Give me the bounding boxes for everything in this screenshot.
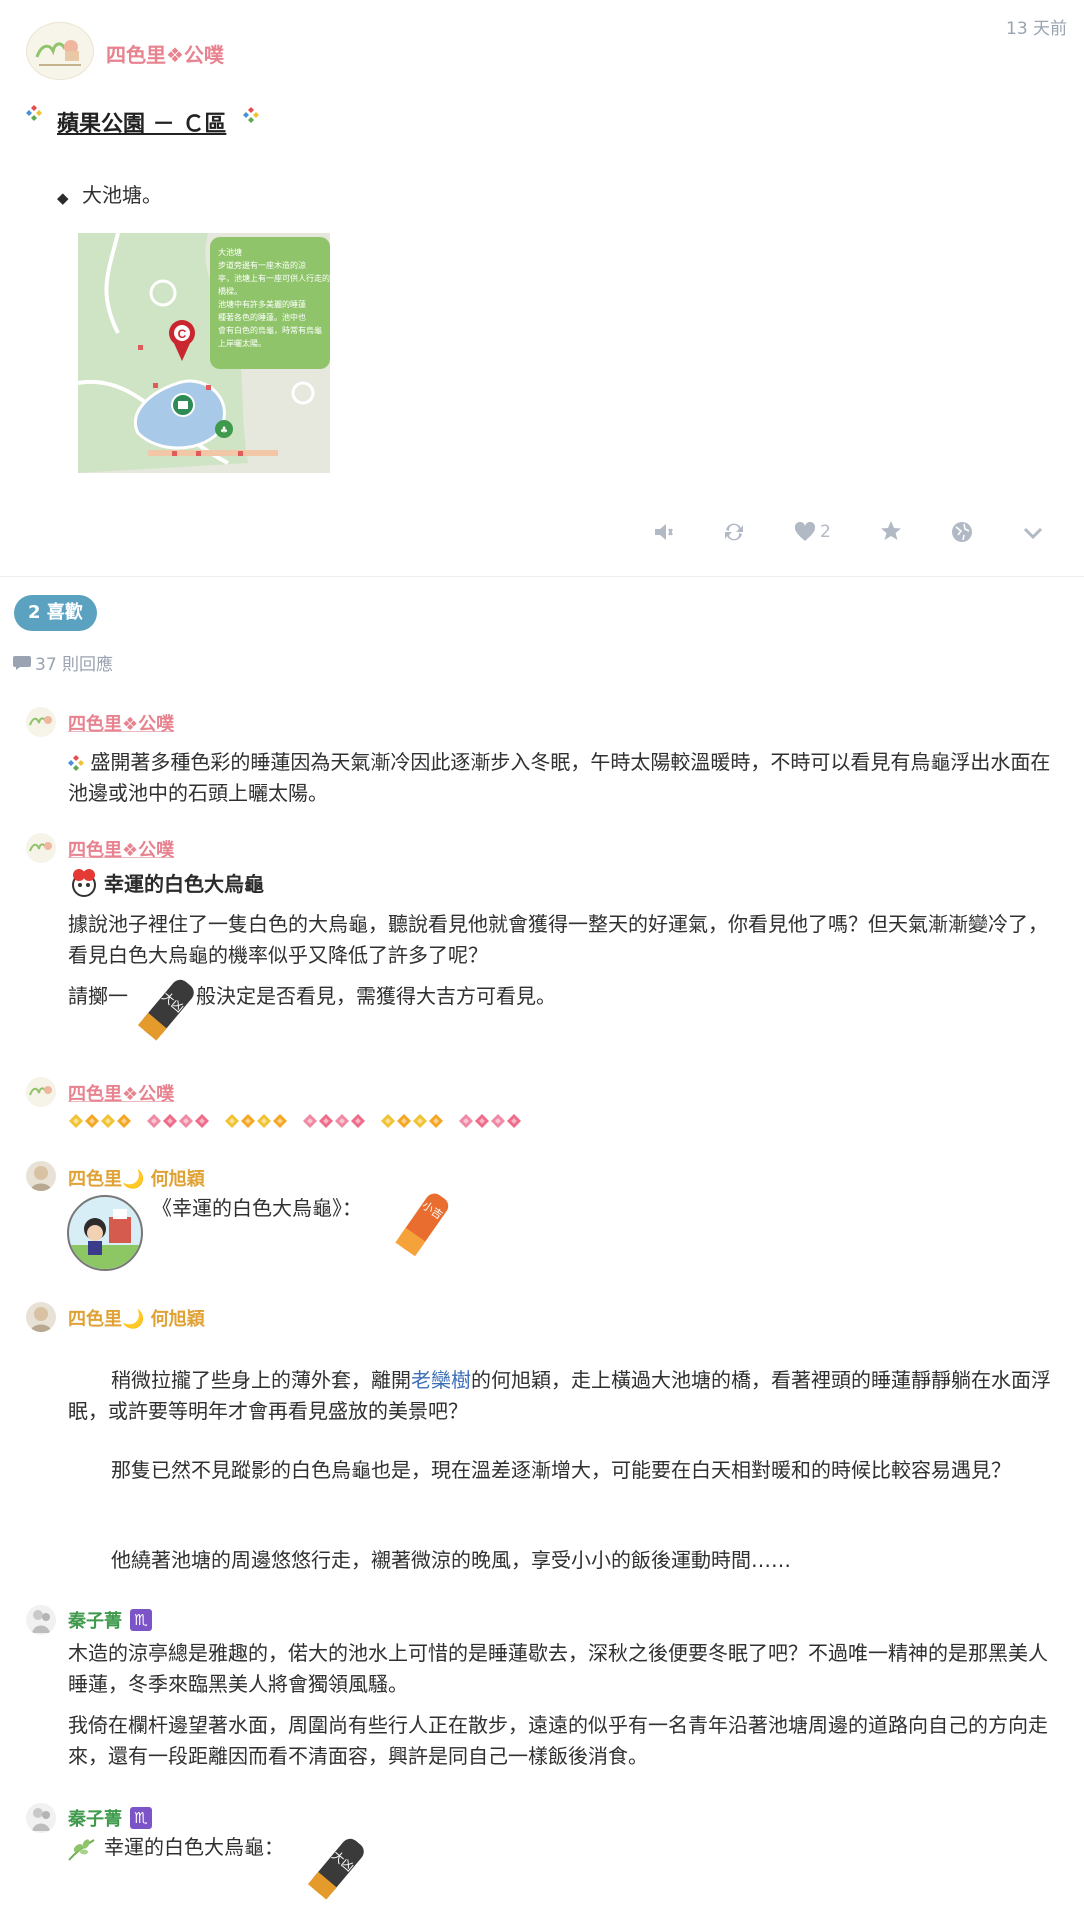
map-caption-line: 會有白色的烏龜，時常有烏龜 — [218, 325, 322, 335]
response-avatar[interactable] — [26, 1161, 56, 1191]
title-diamond-left-icon — [26, 104, 42, 123]
map-caption-line: 亭，池塘上有一座可供人行走的 — [218, 273, 330, 283]
response-avatar[interactable] — [26, 707, 56, 737]
response-avatar[interactable] — [26, 1077, 56, 1107]
likes-pill[interactable]: 2 喜歡 — [14, 595, 97, 631]
leaf-sprig-icon — [66, 1836, 96, 1866]
reply-count-row: 37 則回應 — [13, 650, 113, 675]
bullet-diamond-icon: ◆ — [57, 189, 69, 207]
response-author-name[interactable]: 秦子菁 — [68, 1607, 122, 1633]
response-avatar[interactable] — [26, 1302, 56, 1332]
diamond-group-icon — [302, 1113, 366, 1129]
favorite-star-icon[interactable] — [879, 519, 905, 545]
divider — [0, 576, 1084, 577]
response-text: 盛開著多種色彩的睡蓮因為天氣漸冷因此逐漸步入冬眠，午時太陽較溫暖時，不時可以看見… — [68, 750, 1051, 805]
response-author-name[interactable]: 四色里🌙 何旭穎 — [68, 1165, 205, 1191]
map-caption-line: 上岸曬太陽。 — [218, 338, 266, 348]
diamond-group-icon — [224, 1113, 288, 1129]
response-author-name[interactable]: 秦子菁 — [68, 1805, 122, 1831]
response-author-name[interactable]: 四色里❖公噗 — [68, 1080, 174, 1106]
post-title: 蘋果公園 － Ｃ區 — [57, 112, 227, 137]
bullet-text: 大池塘。 — [82, 183, 162, 207]
scorpio-badge-icon: ♏ — [130, 1609, 152, 1631]
svg-text:C: C — [178, 327, 187, 341]
dice-bad-luck-icon: 大凶 — [300, 1836, 370, 1906]
turtle-emoji-icon — [72, 869, 96, 897]
response-paragraph: 木造的涼亭總是雅趣的，偌大的池水上可惜的是睡蓮歇去，深秋之後便要冬眠了吧？不過唯… — [68, 1641, 1048, 1696]
diamond-group-icon — [458, 1113, 522, 1129]
response-paragraph: 稍微拉攏了些身上的薄外套，離開老欒樹的何旭穎，走上橫過大池塘的橋，看著裡頭的睡蓮… — [68, 1368, 1051, 1423]
response-avatar[interactable] — [26, 1605, 56, 1635]
response-body: 盛開著多種色彩的睡蓮因為天氣漸冷因此逐漸步入冬眠，午時太陽較溫暖時，不時可以看見… — [68, 747, 1053, 809]
response-avatar[interactable] — [26, 1803, 56, 1833]
like-count: 2 — [820, 522, 831, 542]
response-author-row: 秦子菁 ♏ — [68, 1805, 152, 1831]
map-caption-line: 池塘中有許多美麗的睡蓮 — [218, 299, 306, 309]
diamond-group-icon — [146, 1113, 210, 1129]
post-avatar[interactable] — [26, 22, 94, 80]
response-author-row: 秦子菁 ♏ — [68, 1607, 152, 1633]
reply-count: 37 則回應 — [35, 655, 114, 675]
character-sticker-image — [67, 1195, 143, 1271]
location-link[interactable]: 老欒樹 — [411, 1368, 471, 1392]
response-paragraph: 我倚在欄杆邊望著水面，周圍尚有些行人正在散步，遠遠的似乎有一名青年沿著池塘周邊的… — [68, 1713, 1048, 1768]
response-author-name[interactable]: 四色里🌙 何旭穎 — [68, 1305, 205, 1331]
response-author-name[interactable]: 四色里❖公噗 — [68, 836, 174, 862]
diamond-group-icon — [380, 1113, 444, 1129]
response-quote: 幸運的白色大烏龜： — [104, 1835, 284, 1859]
dice-prompt-before: 請擲一 — [68, 984, 128, 1008]
svg-text:♣: ♣ — [220, 426, 228, 436]
post-author-name[interactable]: 四色里❖公噗 — [106, 39, 224, 68]
response-heading: 幸運的白色大烏龜 — [104, 871, 264, 896]
dice-bad-luck-icon: 大凶 — [130, 977, 200, 1047]
map-caption-line: 橋樑。 — [218, 286, 242, 296]
diamond-icon — [68, 755, 84, 771]
heart-icon — [794, 521, 816, 541]
post-timestamp: 13 天前 — [1006, 19, 1068, 39]
map-caption-line: 大池塘 — [218, 247, 242, 257]
map-caption-line: 種著各色的睡蓮。池中也 — [218, 312, 306, 322]
dice-small-luck-icon: 小吉 — [388, 1192, 454, 1262]
diamond-group-icon — [68, 1113, 132, 1129]
replurk-icon[interactable] — [722, 520, 748, 546]
speech-bubble-icon — [13, 655, 31, 670]
response-quote: 《幸運的白色大烏龜》： — [152, 1196, 362, 1220]
diamond-divider-row — [68, 1113, 536, 1129]
map-caption-line: 步道旁邊有一座木造的涼 — [218, 260, 306, 270]
chevron-down-icon[interactable] — [1021, 521, 1047, 547]
response-paragraph: 他繞著池塘的周邊悠悠行走，襯著微涼的晚風，享受小小的飯後運動時間…… — [111, 1548, 791, 1572]
share-globe-icon[interactable] — [950, 520, 976, 546]
response-text: 據說池子裡住了一隻白色的大烏龜，聽說看見他就會獲得一整天的好運氣，你看見他了嗎？… — [68, 912, 1048, 967]
response-avatar[interactable] — [26, 833, 56, 863]
like-button[interactable]: 2 — [793, 520, 831, 544]
dice-prompt-after: 般決定是否看見，需獲得大吉方可看見。 — [196, 984, 556, 1008]
response-author-name[interactable]: 四色里❖公噗 — [68, 710, 174, 736]
avatar-logo-art — [35, 40, 81, 66]
title-diamond-right-icon — [243, 106, 259, 125]
park-map-image[interactable]: C ♣ 大池塘步道旁邊有一座木造的涼亭，池塘上有一座可供人行走的 橋樑。池塘中有許… — [77, 232, 330, 473]
scorpio-badge-icon: ♏ — [130, 1807, 152, 1829]
mute-icon[interactable] — [652, 520, 678, 546]
response-paragraph: 那隻已然不見蹤影的白色烏龜也是，現在溫差逐漸增大，可能要在白天相對暖和的時候比較… — [111, 1458, 1011, 1482]
response-heading-row: 幸運的白色大烏龜 — [68, 866, 264, 898]
